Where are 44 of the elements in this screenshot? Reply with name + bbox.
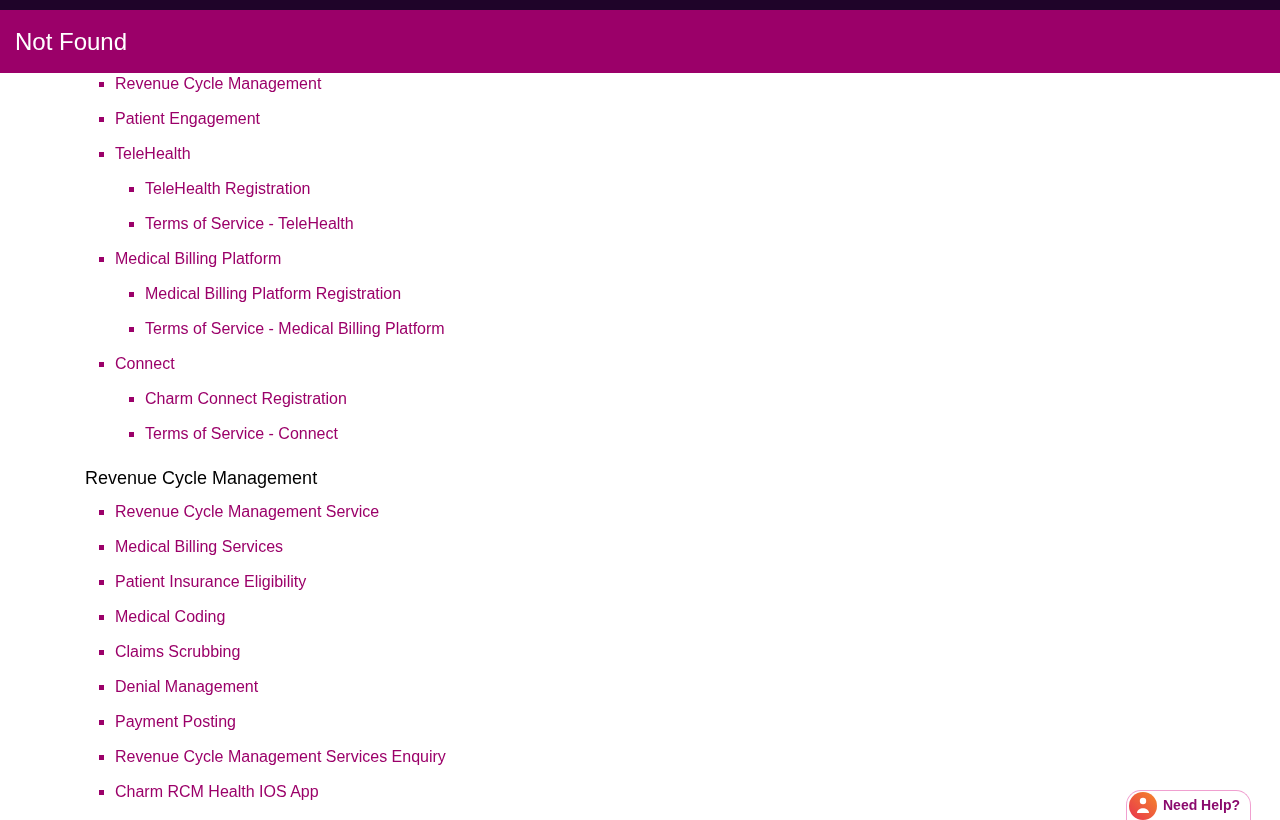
bullet-icon	[99, 614, 104, 620]
page-title: Not Found	[15, 26, 128, 57]
sitemap-link[interactable]: Revenue Cycle Management	[115, 74, 322, 94]
bullet-icon	[129, 326, 134, 332]
sitemap-link[interactable]: TeleHealth Registration	[145, 179, 311, 199]
bullet-icon	[99, 579, 104, 585]
sitemap-link[interactable]: Patient Insurance Eligibility	[115, 572, 307, 592]
bullet-icon	[99, 684, 104, 690]
sitemap-link[interactable]: Medical Billing Platform	[115, 249, 282, 269]
bullet-icon	[129, 291, 134, 297]
sitemap-link[interactable]: Terms of Service - Medical Billing Platform	[145, 319, 445, 339]
sitemap-link[interactable]: Terms of Service - Connect	[145, 424, 338, 444]
sitemap-link[interactable]: Claims Scrubbing	[115, 642, 241, 662]
sitemap-link[interactable]: Patient Engagement	[115, 109, 260, 129]
bullet-icon	[99, 116, 104, 122]
sitemap-link[interactable]: TeleHealth	[115, 144, 191, 164]
sitemap-link[interactable]: Revenue Cycle Management Services Enquiry	[115, 747, 446, 767]
bullet-icon	[99, 789, 104, 795]
sitemap-link[interactable]: Medical Coding	[115, 607, 226, 627]
bullet-icon	[99, 544, 104, 550]
section-heading: Revenue Cycle Management	[85, 467, 319, 490]
sitemap-link[interactable]: Charm Connect Registration	[145, 389, 347, 409]
sitemap-link[interactable]: Payment Posting	[115, 712, 236, 732]
bullet-icon	[129, 396, 134, 402]
bullet-icon	[99, 754, 104, 760]
sitemap-link[interactable]: Medical Billing Platform Registration	[145, 284, 402, 304]
bullet-icon	[99, 361, 104, 367]
bullet-icon	[99, 649, 104, 655]
person-icon	[1129, 791, 1157, 820]
sitemap-link[interactable]: Denial Management	[115, 677, 259, 697]
need-help-button[interactable]: Need Help?	[1126, 790, 1251, 820]
bullet-icon	[99, 509, 104, 515]
sitemap-link[interactable]: Charm RCM Health IOS App	[115, 782, 319, 802]
bullet-icon	[99, 256, 104, 262]
sitemap-link[interactable]: Connect	[115, 354, 175, 374]
bullet-icon	[129, 186, 134, 192]
sitemap-link[interactable]: Revenue Cycle Management Service	[115, 502, 380, 522]
sitemap-link[interactable]: Medical Billing Services	[115, 537, 284, 557]
bullet-icon	[129, 431, 134, 437]
sitemap-link[interactable]: Terms of Service - TeleHealth	[145, 214, 354, 234]
bullet-icon	[99, 151, 104, 157]
bullet-icon	[129, 221, 134, 227]
bullet-icon	[99, 81, 104, 87]
bullet-icon	[99, 719, 104, 725]
